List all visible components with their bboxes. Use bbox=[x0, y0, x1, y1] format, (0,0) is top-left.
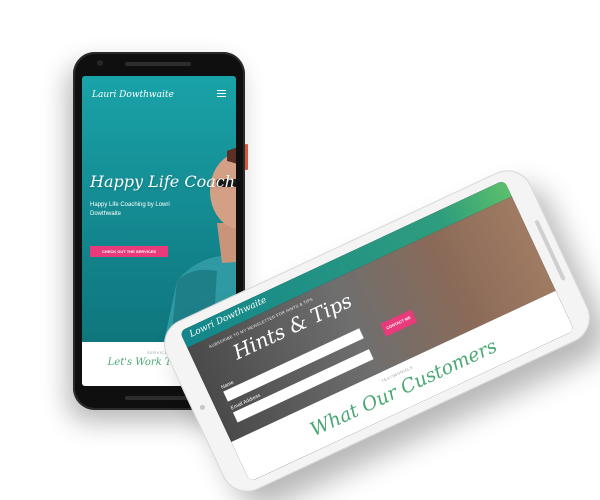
hamburger-menu-icon[interactable] bbox=[217, 90, 226, 97]
contact-me-button[interactable]: CONTACT ME bbox=[380, 309, 418, 337]
hero-title: Happy Life Coaching bbox=[90, 172, 236, 191]
front-camera bbox=[97, 60, 103, 66]
earpiece-speaker bbox=[125, 62, 191, 66]
power-button bbox=[245, 144, 248, 170]
site-logo[interactable]: Lauri Dowthwaite bbox=[92, 90, 174, 100]
check-out-services-button[interactable]: CHECK OUT THE SERVICES bbox=[90, 246, 168, 257]
hero-subtitle: Happy Life Coaching by Lowri Dowthwaite bbox=[90, 202, 170, 217]
bottom-speaker bbox=[125, 396, 191, 400]
front-camera bbox=[199, 404, 206, 411]
